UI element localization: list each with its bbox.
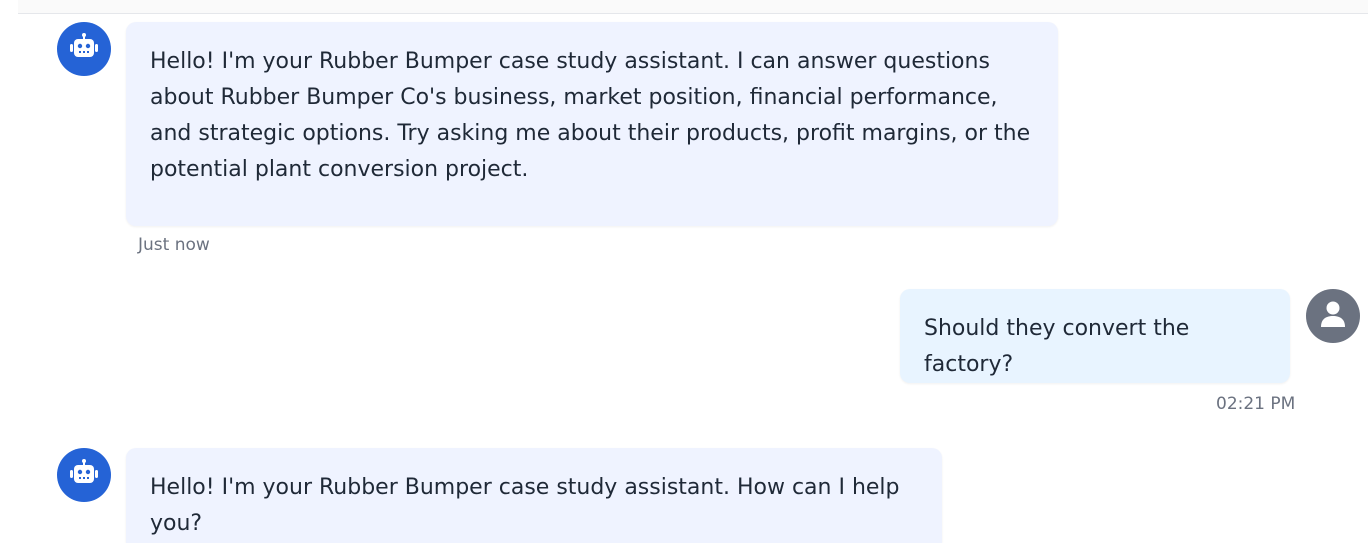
user-message-bubble: Should they convert the factory?	[900, 289, 1290, 383]
assistant-message-bubble: Hello! I'm your Rubber Bumper case study…	[126, 22, 1058, 226]
robot-icon	[69, 33, 99, 65]
bot-avatar	[57, 448, 111, 502]
assistant-message-bubble: Hello! I'm your Rubber Bumper case study…	[126, 448, 942, 543]
top-divider-bar	[18, 0, 1368, 14]
user-avatar	[1306, 289, 1360, 343]
user-icon	[1320, 300, 1346, 332]
message-timestamp: Just now	[138, 235, 210, 255]
robot-icon	[69, 459, 99, 491]
message-text: Hello! I'm your Rubber Bumper case study…	[150, 49, 1031, 182]
bot-avatar	[57, 22, 111, 76]
message-timestamp: 02:21 PM	[1216, 394, 1296, 414]
message-text: Should they convert the factory?	[924, 316, 1190, 377]
message-text: Hello! I'm your Rubber Bumper case study…	[150, 475, 900, 536]
